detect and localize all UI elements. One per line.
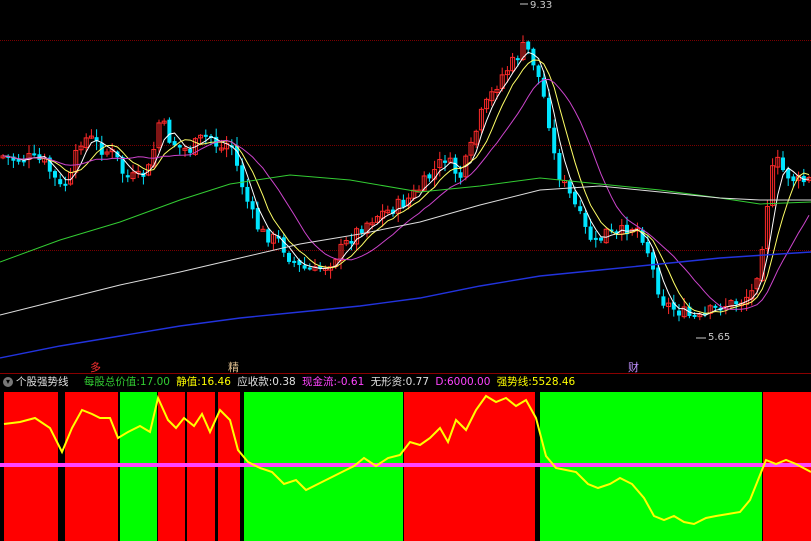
candle-down [515,58,520,61]
stock-chart-window: 9.33 5.65 多 精 财 ▾ 个股强势线 每股总价值:17.00 静值:16… [0,0,811,541]
candle-down [557,152,562,180]
candlestick-chart[interactable] [0,0,811,374]
candle-down [713,305,718,308]
weak-zone [120,392,157,541]
high-price-label: 9.33 [530,0,553,11]
field-value: 0.38 [272,376,296,388]
strong-zone [65,392,118,541]
candle-down [578,206,583,212]
field-value: 0.77 [405,376,430,388]
candle-down [573,191,577,205]
strong-zone [763,392,811,541]
ma120-line [0,185,811,316]
candle-down [125,175,130,178]
candle-down [526,41,531,50]
ma5-line [2,51,810,317]
candle-down [32,153,37,156]
candle-down [349,240,354,244]
chevron-down-icon[interactable]: ▾ [3,377,13,387]
weak-zone [540,392,762,541]
candle-down [53,171,57,178]
candle-down [599,237,603,241]
candle-down [453,157,458,174]
candle-down [302,265,307,269]
candle-down [791,176,796,182]
indicator-info-bar: ▾ 个股强势线 每股总价值:17.00 静值:16.46 应收款:0.38 现金流… [0,374,811,390]
weak-zone [244,392,403,541]
field-value: 6000.00 [447,376,491,388]
candle-down [203,134,208,137]
candle-down [531,48,536,66]
field-label: 每股总价值: [83,376,140,388]
candle-down [645,242,650,254]
strength-line [3,394,811,526]
field-label: 静值: [176,376,201,388]
candle-down [427,174,432,179]
field-value: 5528.46 [531,376,576,388]
candle-down [58,179,63,185]
field-label: 应收款: [237,376,273,388]
candle-down [651,252,655,270]
candle-down [656,267,661,295]
candle-down [677,310,681,316]
candle-down [734,301,739,305]
field-label: 强势线: [496,376,532,388]
candle-down [692,315,697,318]
field-label: D: [435,376,447,388]
candle-down [401,199,406,208]
field-value: 17.00 [139,376,170,388]
candle-down [552,127,557,154]
candle-down [287,252,291,262]
candle-down [167,119,172,143]
strong-zone [404,392,535,541]
candle-down [188,148,193,153]
candle-down [292,260,297,263]
candle-down [63,183,68,186]
candle-down [567,181,572,194]
field-label: 现金流: [302,376,338,388]
strong-zone [4,392,58,541]
candle-down [250,201,255,210]
candle-down [255,208,260,230]
candle-down [583,212,588,227]
candle-down [240,165,245,188]
candle-down [245,186,250,202]
candle-down [588,226,593,240]
strong-zone [158,392,185,541]
candle-down [593,237,598,240]
ma60-line [0,174,811,263]
field-value: 16.46 [200,376,231,388]
field-value: -0.61 [337,376,365,388]
strong-zone [218,392,240,541]
field-label: 无形资: [370,376,406,388]
candle-down [281,237,286,253]
candle-down [307,267,312,270]
candle-down [458,172,463,178]
ma10-line [2,59,810,314]
candle-down [359,229,364,234]
candle-down [177,145,182,148]
candle-down [661,296,666,306]
candle-down [781,157,785,171]
candle-down [266,229,271,243]
candle-down [443,160,447,163]
indicator-name[interactable]: 个股强势线 [16,376,69,388]
candle-down [547,97,551,129]
candle-down [536,65,541,78]
low-price-label: 5.65 [708,332,731,343]
strong-zone [187,392,215,541]
